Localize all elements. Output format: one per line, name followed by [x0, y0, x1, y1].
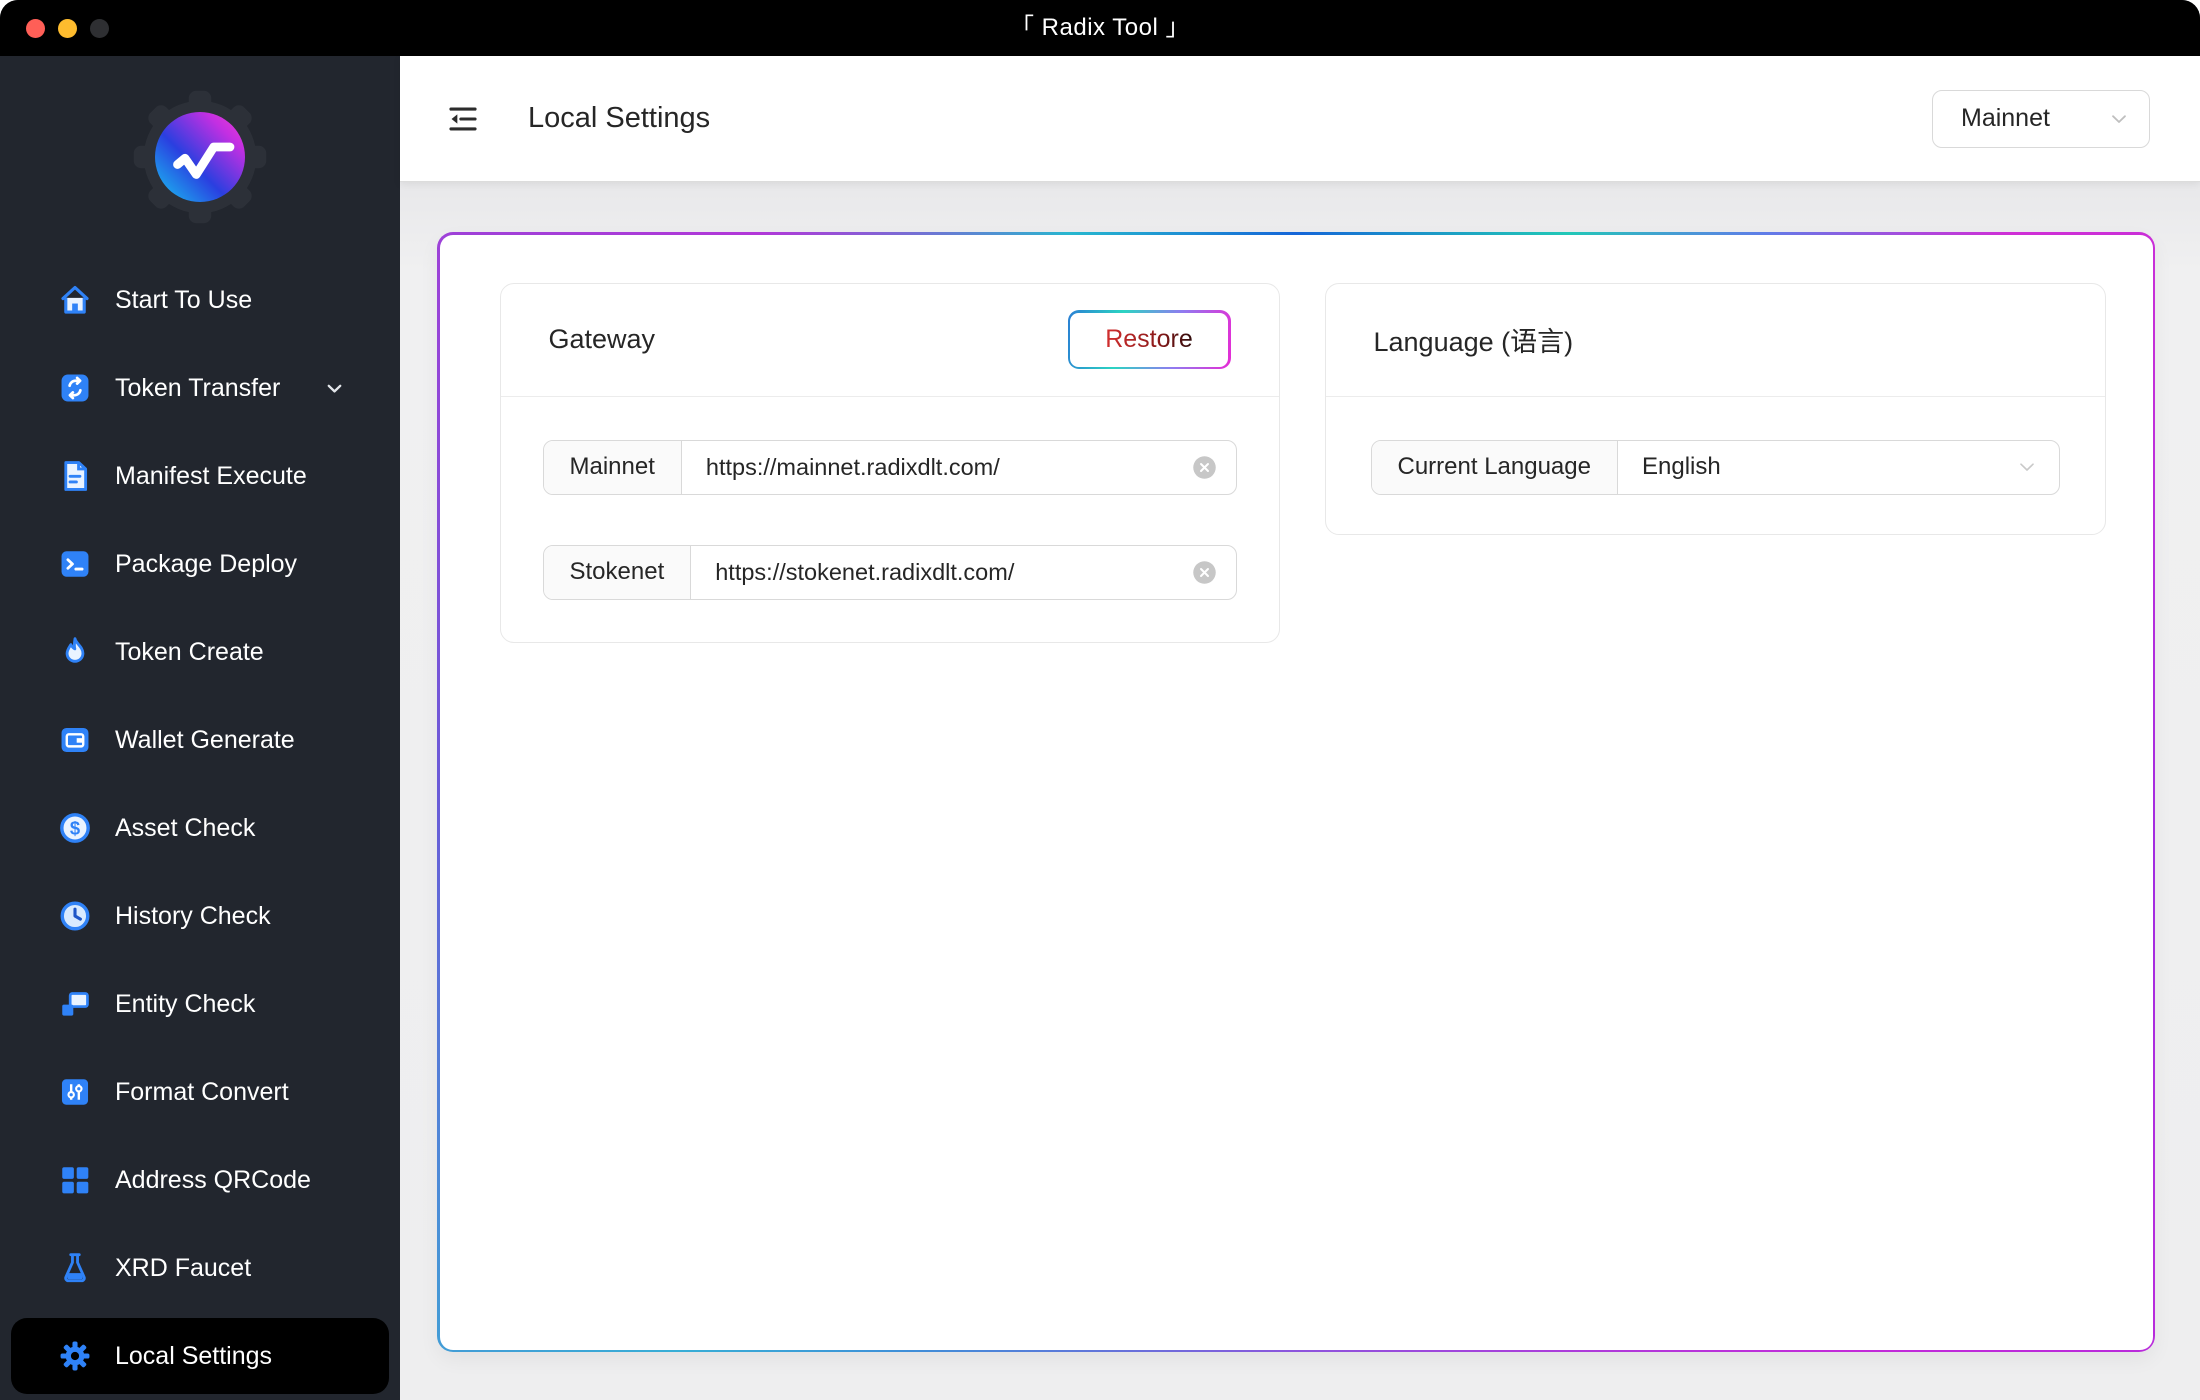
sidebar-item-label: Local Settings [115, 1341, 273, 1370]
flask-icon [58, 1251, 92, 1285]
qrcode-icon [58, 1163, 92, 1197]
document-icon [58, 459, 92, 493]
chevron-down-icon [323, 377, 346, 400]
stokenet-url-input[interactable] [691, 558, 1173, 586]
close-window-button[interactable] [26, 18, 45, 38]
sidebar-item-label: Manifest Execute [115, 461, 307, 490]
language-card: Language (语言) Current Language English [1324, 282, 2106, 535]
gear-icon [58, 1339, 92, 1373]
sidebar-item-xrd-faucet[interactable]: XRD Faucet [0, 1224, 400, 1312]
sidebar-item-history-check[interactable]: History Check [0, 872, 400, 960]
stokenet-url-group: Stokenet [542, 544, 1237, 600]
sidebar-item-label: Wallet Generate [115, 725, 295, 754]
language-select[interactable]: English [1618, 453, 2015, 481]
sidebar-item-label: Format Convert [115, 1077, 289, 1106]
clock-icon [58, 899, 92, 933]
sidebar-item-label: Token Create [115, 637, 264, 666]
minimize-window-button[interactable] [58, 18, 77, 38]
chevron-down-icon [2015, 455, 2039, 479]
flame-icon [58, 635, 92, 669]
sidebar-item-manifest-execute[interactable]: Manifest Execute [0, 432, 400, 520]
sidebar-item-package-deploy[interactable]: Package Deploy [0, 520, 400, 608]
sidebar-item-local-settings[interactable]: Local Settings [11, 1318, 389, 1394]
clear-input-icon[interactable] [1191, 454, 1218, 481]
mainnet-url-input[interactable] [681, 453, 1173, 481]
settings-content: Gateway Restore Mainnet https://mainnet.… [400, 182, 2200, 1400]
sidebar-item-label: Asset Check [115, 813, 256, 842]
menu-fold-icon[interactable] [446, 102, 480, 136]
home-icon [58, 283, 92, 317]
sidebar-item-label: Start To Use [115, 285, 253, 314]
sidebar-item-label: History Check [115, 901, 271, 930]
sidebar-item-token-create[interactable]: Token Create [0, 608, 400, 696]
app-logo-gear-icon [125, 82, 275, 232]
restore-button[interactable]: Restore [1067, 310, 1231, 369]
sidebar: Start To Use Token Transfer Manifest Exe… [0, 56, 400, 1400]
current-language-label: Current Language [1371, 440, 1618, 494]
sidebar-item-entity-check[interactable]: Entity Check [0, 960, 400, 1048]
mainnet-url-label: Mainnet [543, 440, 682, 494]
sidebar-item-label: Token Transfer [115, 373, 281, 402]
stokenet-url-label: Stokenet [543, 545, 692, 599]
network-select[interactable]: Mainnet [1932, 89, 2150, 148]
chevron-down-icon [2107, 107, 2131, 131]
dollar-circle-icon: $ [58, 811, 92, 845]
app-window: 「 Radix Tool 」 Start To Use Token Transf… [0, 0, 2200, 1400]
main-header: Local Settings Mainnet [400, 56, 2200, 182]
svg-text:$: $ [70, 818, 80, 839]
sidebar-item-format-convert[interactable]: Format Convert [0, 1048, 400, 1136]
blocks-icon [58, 987, 92, 1021]
sidebar-item-label: Address QRCode [115, 1165, 311, 1194]
language-select-group: Current Language English [1370, 439, 2060, 495]
wallet-icon [58, 723, 92, 757]
sidebar-item-token-transfer[interactable]: Token Transfer [0, 344, 400, 432]
mainnet-url-group: Mainnet [542, 439, 1237, 495]
sidebar-item-address-qrcode[interactable]: Address QRCode [0, 1136, 400, 1224]
sliders-icon [58, 1075, 92, 1109]
sidebar-item-label: Entity Check [115, 989, 256, 1018]
titlebar: 「 Radix Tool 」 [0, 0, 2200, 56]
sidebar-item-asset-check[interactable]: $ Asset Check [0, 784, 400, 872]
sidebar-item-label: Package Deploy [115, 549, 298, 578]
settings-panel: Gateway Restore Mainnet https://mainnet.… [439, 234, 2153, 1350]
traffic-lights [26, 18, 109, 38]
sidebar-item-label: XRD Faucet [115, 1253, 252, 1282]
main-area: Local Settings Mainnet Gateway Restore M… [400, 56, 2200, 1400]
gateway-card: Gateway Restore Mainnet https://mainnet.… [499, 282, 1280, 643]
window-title: 「 Radix Tool 」 [1010, 14, 1190, 41]
network-select-value: Mainnet [1961, 104, 2050, 132]
sidebar-item-wallet-generate[interactable]: Wallet Generate [0, 696, 400, 784]
transfer-icon [58, 371, 92, 405]
terminal-icon [58, 547, 92, 581]
language-card-title: Language (语言) [1373, 327, 1574, 357]
page-title: Local Settings [528, 102, 711, 134]
gateway-card-title: Gateway [548, 324, 656, 354]
zoom-window-button [90, 18, 109, 38]
sidebar-menu: Start To Use Token Transfer Manifest Exe… [0, 256, 400, 1394]
clear-input-icon[interactable] [1191, 559, 1218, 586]
settings-panel-border: Gateway Restore Mainnet https://mainnet.… [437, 232, 2155, 1352]
sidebar-item-start-to-use[interactable]: Start To Use [0, 256, 400, 344]
